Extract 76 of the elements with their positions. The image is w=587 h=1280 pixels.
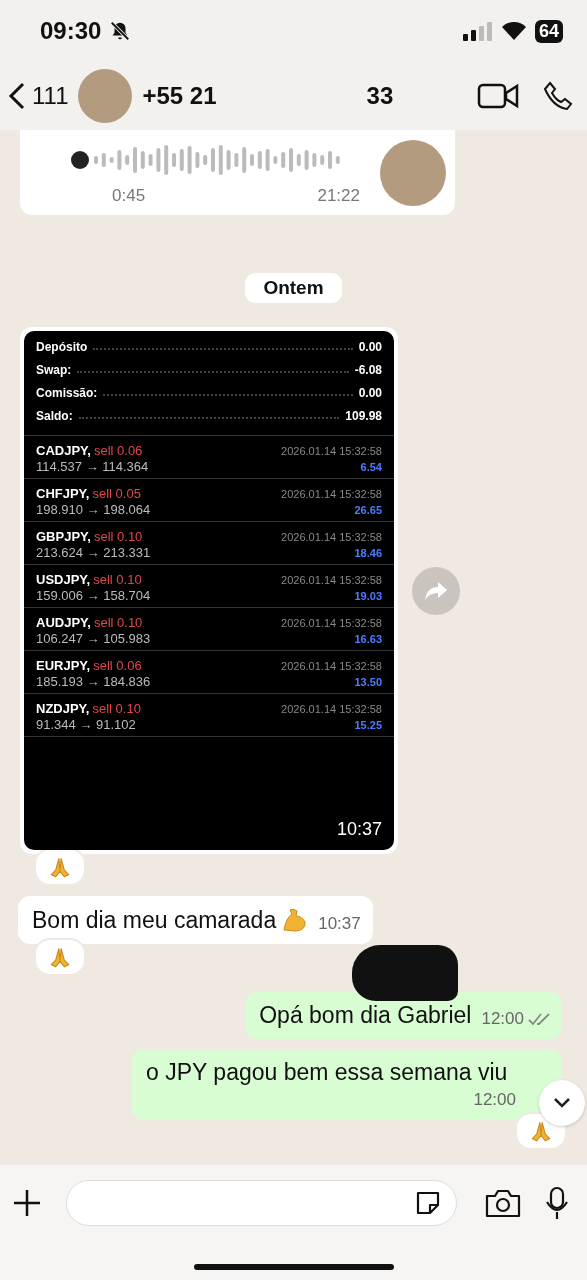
- reaction-bubble[interactable]: [34, 848, 86, 886]
- plus-icon: [12, 1187, 42, 1218]
- message-time: 12:00: [481, 1009, 524, 1029]
- trade-time: 2026.01.14 15:32:58: [281, 616, 382, 629]
- chevron-down-icon: [553, 1097, 571, 1109]
- trade-profit: 26.65: [354, 503, 382, 516]
- trade-symbol: NZDJPY,: [36, 700, 90, 716]
- trade-time: 2026.01.14 15:32:58: [281, 487, 382, 500]
- summary-label: Saldo:: [36, 408, 73, 423]
- trade-profit: 13.50: [354, 675, 382, 688]
- contact-name[interactable]: +55 21: [142, 82, 217, 110]
- trade-time: 2026.01.14 15:32:58: [281, 444, 382, 457]
- trade-time: 2026.01.14 15:32:58: [281, 573, 382, 586]
- trade-order: sell 0.06: [93, 657, 142, 673]
- trade-symbol: GBPJPY,: [36, 528, 91, 544]
- message-time: 12:00: [473, 1090, 516, 1110]
- trade-order: sell 0.10: [93, 571, 142, 587]
- wifi-icon: [500, 21, 527, 41]
- trade-symbol: CADJPY,: [36, 442, 91, 458]
- message-input-field[interactable]: [66, 1179, 457, 1226]
- summary-value: -6.08: [354, 362, 382, 377]
- message-text: Bom dia meu camarada: [32, 906, 277, 934]
- trade-profit: 15.25: [354, 718, 382, 731]
- summary-label: Swap:: [36, 362, 72, 377]
- trade-prices: 213.624 → 213.331: [36, 544, 151, 560]
- trade-order: sell 0.10: [92, 700, 141, 716]
- contact-name[interactable]: 33: [366, 82, 394, 110]
- trade-symbol: AUDJPY,: [36, 614, 91, 630]
- message-time: 10:37: [318, 914, 361, 934]
- trade-prices: 198.910 → 198.064: [36, 501, 151, 517]
- battery-level: 64: [534, 19, 563, 43]
- summary-label: Comissão:: [36, 385, 98, 400]
- trade-symbol: USDJPY,: [36, 571, 91, 587]
- voice-record-button[interactable]: [545, 1185, 569, 1220]
- trade-time: 2026.01.14 15:32:58: [281, 530, 382, 543]
- trade-profit: 6.54: [360, 460, 382, 473]
- trade-profit: 16.63: [354, 632, 382, 645]
- trade-symbol: CHFJPY,: [36, 485, 90, 501]
- trade-prices: 106.247 → 105.983: [36, 630, 151, 646]
- trade-order: sell 0.05: [92, 485, 141, 501]
- video-camera-icon: [477, 82, 519, 110]
- video-call-button[interactable]: [477, 82, 519, 110]
- attach-button[interactable]: [12, 1187, 42, 1218]
- scroll-down-button[interactable]: [539, 1080, 585, 1126]
- message-text: Opá bom dia Gabriel: [259, 1002, 472, 1029]
- signal-icon: [462, 21, 493, 41]
- message-text: o JPY pagou bem essa semana viu: [146, 1059, 508, 1086]
- trade-profit: 18.46: [354, 546, 382, 559]
- message-time: 21:22: [317, 185, 360, 206]
- trade-order: sell 0.06: [93, 442, 143, 458]
- summary-value: 109.98: [345, 408, 382, 423]
- microphone-icon: [545, 1185, 569, 1220]
- voice-call-button[interactable]: [543, 81, 573, 111]
- trade-profit: 19.03: [354, 589, 382, 602]
- camera-icon: [485, 1187, 521, 1218]
- voice-duration: 0:45: [112, 185, 146, 206]
- summary-value: 0.00: [358, 385, 382, 400]
- trade-time: 2026.01.14 15:32:58: [281, 702, 382, 715]
- trade-prices: 91.344 → 91.102: [36, 716, 136, 732]
- forward-arrow-icon: [424, 580, 448, 601]
- trade-prices: 185.193 → 184.836: [36, 673, 151, 689]
- trade-time: 2026.01.14 15:32:58: [281, 659, 382, 672]
- trade-prices: 159.006 → 158.704: [36, 587, 151, 603]
- trade-prices: 114.537 → 114.364: [36, 458, 149, 474]
- back-chevron-icon: [8, 82, 26, 110]
- status-time: 09:30: [40, 17, 102, 45]
- trade-order: sell 0.10: [93, 528, 143, 544]
- message-time: 10:37: [336, 819, 382, 840]
- phone-icon: [543, 81, 573, 111]
- summary-value: 0.00: [358, 339, 382, 354]
- date-divider: Ontem: [245, 273, 342, 303]
- back-button[interactable]: 111: [8, 82, 69, 110]
- camera-button[interactable]: [485, 1187, 521, 1218]
- trade-symbol: EURJPY,: [36, 657, 91, 673]
- trade-order: sell 0.10: [93, 614, 143, 630]
- summary-label: Depósito: [36, 339, 88, 354]
